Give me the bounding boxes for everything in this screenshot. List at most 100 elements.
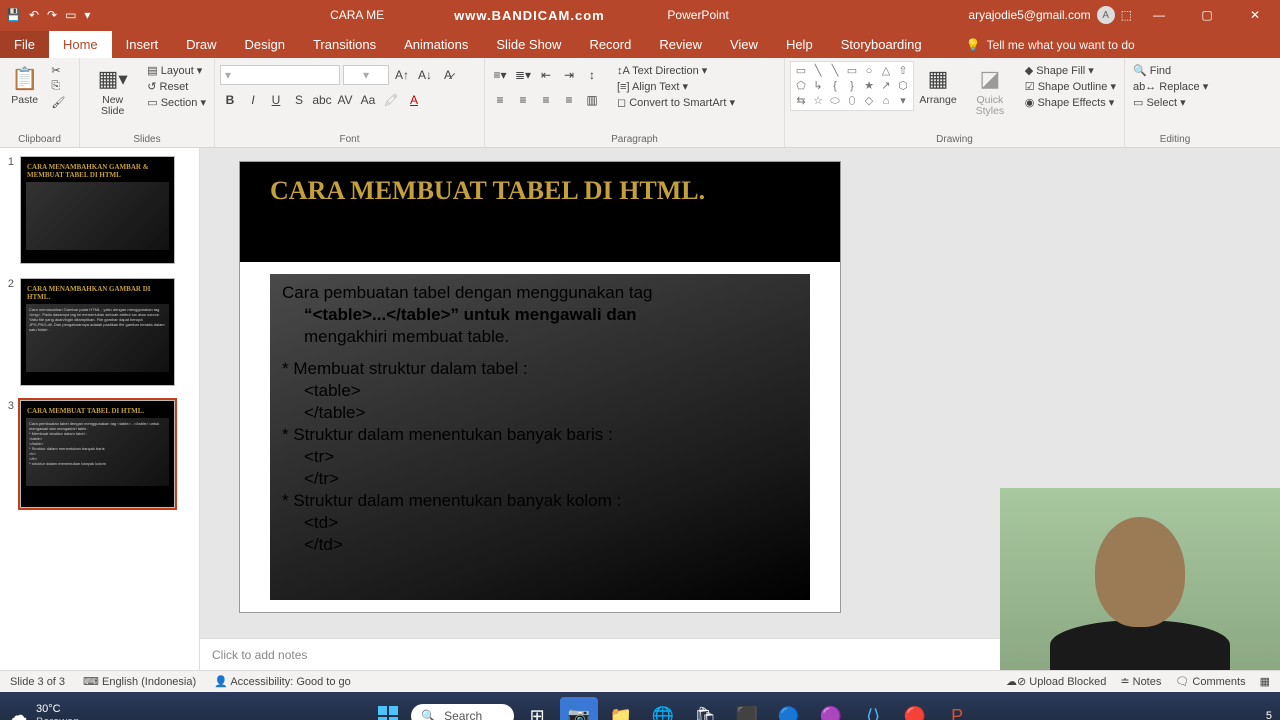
char-spacing-button[interactable]: AV [335,90,355,110]
ribbon-options-icon[interactable]: ⬚ [1121,8,1132,22]
store-icon[interactable]: 🛍 [686,697,724,720]
tab-slideshow[interactable]: Slide Show [482,31,575,58]
group-clipboard: Clipboard [5,132,74,147]
start-button[interactable] [369,697,407,720]
replace-button[interactable]: ab↔ Replace ▾ [1130,79,1211,94]
layout-button[interactable]: ▤ Layout ▾ [144,63,209,78]
accessibility-indicator[interactable]: 👤 Accessibility: Good to go [214,675,351,688]
tab-file[interactable]: File [0,31,49,58]
numbering-button[interactable]: ≣▾ [513,65,533,85]
paste-button[interactable]: 📋Paste [5,61,44,108]
new-slide-button[interactable]: ▦▾New Slide [85,61,140,119]
change-case-button[interactable]: Aa [358,90,378,110]
tab-view[interactable]: View [716,31,772,58]
decrease-indent-icon[interactable]: ⇤ [536,65,556,85]
slide-title[interactable]: CARA MEMBUAT TABEL DI HTML. [240,162,840,220]
tab-home[interactable]: Home [49,31,112,58]
maximize-button[interactable]: ▢ [1186,0,1228,30]
autosave-icon[interactable]: 💾 [6,8,21,22]
redo-icon[interactable]: ↷ [47,8,57,22]
weather-widget[interactable]: ☁ 30°CBerawan [8,703,79,720]
shape-effects-button[interactable]: ◉ Shape Effects ▾ [1022,95,1119,110]
reset-button[interactable]: ↺ Reset [144,79,209,94]
clear-format-icon[interactable]: A̷ [438,65,458,85]
user-avatar[interactable]: A [1097,6,1115,24]
align-text-button[interactable]: [≡] Align Text ▾ [614,79,738,94]
tab-help[interactable]: Help [772,31,827,58]
system-tray[interactable]: 5 [1266,710,1272,720]
increase-font-icon[interactable]: A↑ [392,65,412,85]
thumbnail-2[interactable]: 2 CARA MENAMBAHKAN GAMBAR DI HTML.Cara m… [4,278,195,386]
slide-body[interactable]: Cara pembuatan tabel dengan menggunakan … [270,274,810,600]
tab-animations[interactable]: Animations [390,31,482,58]
cut-icon[interactable]: ✂ [48,63,68,78]
normal-view-icon[interactable]: ▦ [1260,675,1270,688]
current-slide[interactable]: CARA MEMBUAT TABEL DI HTML. Cara pembuat… [240,162,840,612]
notes-toggle[interactable]: ≐ Notes [1120,675,1161,688]
tab-transitions[interactable]: Transitions [299,31,390,58]
obs-icon[interactable]: ⬛ [728,697,766,720]
strike-button[interactable]: S [289,90,309,110]
task-view-icon[interactable]: ⊞ [518,697,556,720]
justify-icon[interactable]: ≡ [559,90,579,110]
underline-button[interactable]: U [266,90,286,110]
chrome-icon[interactable]: 🌐 [644,697,682,720]
tab-review[interactable]: Review [645,31,716,58]
italic-button[interactable]: I [243,90,263,110]
shape-fill-button[interactable]: ◆ Shape Fill ▾ [1022,63,1119,78]
tell-me-search[interactable]: 💡 Tell me what you want to do [956,32,1145,58]
convert-smartart-button[interactable]: ◻ Convert to SmartArt ▾ [614,95,738,110]
select-button[interactable]: ▭ Select ▾ [1130,95,1211,110]
user-email[interactable]: aryajodie5@gmail.com [968,8,1090,22]
minimize-button[interactable]: — [1138,0,1180,30]
powerpoint-taskbar-icon[interactable]: P [938,697,976,720]
start-from-beginning-icon[interactable]: ▭ [65,8,76,22]
align-left-icon[interactable]: ≡ [490,90,510,110]
line-spacing-icon[interactable]: ↕ [582,65,602,85]
find-button[interactable]: 🔍 Find [1130,63,1211,78]
tab-draw[interactable]: Draw [172,31,230,58]
tab-storyboarding[interactable]: Storyboarding [827,31,936,58]
shape-outline-button[interactable]: ☑ Shape Outline ▾ [1022,79,1119,94]
shadow-button[interactable]: abc [312,90,332,110]
decrease-font-icon[interactable]: A↓ [415,65,435,85]
arrange-button[interactable]: ▦Arrange [918,61,958,108]
highlight-button[interactable]: 🖍 [381,90,401,110]
copy-icon[interactable]: ⎘ [48,79,68,94]
undo-icon[interactable]: ↶ [29,8,39,22]
quick-styles-button[interactable]: ◪Quick Styles [962,61,1018,119]
thumbnail-1[interactable]: 1 CARA MENAMBAHKAN GAMBAR & MEMBUAT TABE… [4,156,195,264]
tab-record[interactable]: Record [575,31,645,58]
tab-insert[interactable]: Insert [112,31,173,58]
bold-button[interactable]: B [220,90,240,110]
font-size-select[interactable]: ▾ [343,65,389,85]
group-paragraph: Paragraph [490,132,779,147]
tray-time[interactable]: 5 [1266,710,1272,720]
upload-blocked-indicator[interactable]: ☁⊘ Upload Blocked [1006,675,1106,688]
camera-app-icon[interactable]: 📷 [560,697,598,720]
align-center-icon[interactable]: ≡ [513,90,533,110]
slide-indicator[interactable]: Slide 3 of 3 [10,676,65,688]
font-color-button[interactable]: A [404,90,424,110]
vscode-icon[interactable]: ⟨⟩ [854,697,892,720]
language-indicator[interactable]: ⌨ English (Indonesia) [83,675,196,688]
comments-toggle[interactable]: 🗨 Comments [1175,675,1245,688]
columns-icon[interactable]: ▥ [582,90,602,110]
explorer-icon[interactable]: 📁 [602,697,640,720]
font-family-select[interactable]: ▾ [220,65,340,85]
edge-icon[interactable]: 🔵 [770,697,808,720]
close-button[interactable]: ✕ [1234,0,1276,30]
tab-design[interactable]: Design [231,31,299,58]
copilot-icon[interactable]: 🟣 [812,697,850,720]
shapes-gallery[interactable]: ▭╲╲▭○△⇧ ⬠↳{}★↗⬡ ⇆☆⬭⬯◇⌂▾ [790,61,914,111]
section-button[interactable]: ▭ Section ▾ [144,95,209,110]
increase-indent-icon[interactable]: ⇥ [559,65,579,85]
bandicam-icon[interactable]: 🔴 [896,697,934,720]
format-painter-icon[interactable]: 🖌 [48,95,68,110]
group-slides: Slides [85,132,209,147]
taskbar-search[interactable]: 🔍 Search [411,704,514,720]
align-right-icon[interactable]: ≡ [536,90,556,110]
text-direction-button[interactable]: ↕A Text Direction ▾ [614,63,738,78]
bullets-button[interactable]: ≡▾ [490,65,510,85]
thumbnail-3[interactable]: 3 CARA MEMBUAT TABEL DI HTML.Cara pembua… [4,400,195,508]
